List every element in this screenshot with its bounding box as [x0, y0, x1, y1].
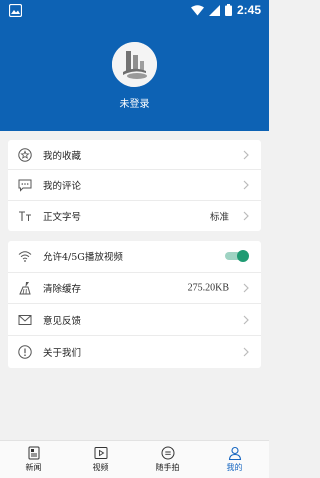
tab-snapshot[interactable]: 随手拍	[134, 441, 201, 478]
info-icon	[18, 345, 32, 359]
battery-icon	[224, 4, 232, 16]
login-status-label[interactable]: 未登录	[0, 95, 269, 110]
row-label: 关于我们	[43, 347, 82, 359]
tab-mine[interactable]: 我的	[201, 441, 268, 478]
status-time: 2:45	[236, 3, 261, 17]
row-label: 意见反馈	[43, 315, 82, 327]
notification-icon	[9, 4, 22, 17]
news-icon	[28, 446, 39, 460]
row-label: 我的收藏	[43, 150, 82, 162]
mobile-video-toggle[interactable]	[223, 250, 249, 263]
row-label: 允许4/5G播放视频	[43, 252, 123, 264]
profile-header: 2:45 未登录	[0, 0, 269, 131]
wifi-signal-icon	[190, 4, 204, 15]
menu-row-clear-cache[interactable]: 清除缓存 275.20KB	[8, 273, 261, 305]
broom-icon	[19, 282, 31, 295]
tab-video[interactable]: 视频	[67, 441, 134, 478]
chevron-right-icon	[243, 347, 249, 357]
chevron-right-icon	[243, 315, 249, 325]
video-icon	[94, 447, 107, 459]
tab-news[interactable]: 新闻	[0, 441, 67, 478]
menu-row-mobile-video: 允许4/5G播放视频	[8, 241, 261, 273]
row-label: 正文字号	[43, 211, 82, 223]
settings-card-secondary: 允许4/5G播放视频 清除缓存 275.20KB 意见反馈 关于我们	[8, 241, 261, 368]
menu-row-comments[interactable]: 我的评论	[8, 170, 261, 201]
user-avatar-icon	[112, 42, 157, 87]
tab-label: 我的	[226, 463, 243, 472]
chevron-right-icon	[243, 180, 249, 190]
tab-label: 视频	[92, 463, 109, 472]
menu-row-about[interactable]: 关于我们	[8, 336, 261, 368]
tab-label: 新闻	[25, 463, 42, 472]
menu-row-favorites[interactable]: 我的收藏	[8, 140, 261, 171]
cache-size-value: 275.20KB	[187, 282, 229, 294]
chevron-right-icon	[243, 211, 249, 221]
bottom-tab-bar: 新闻 视频 随手拍 我的	[0, 440, 269, 478]
chevron-right-icon	[243, 283, 249, 293]
font-size-value: 标准	[209, 211, 229, 223]
cell-signal-icon	[208, 4, 220, 16]
chevron-right-icon	[243, 150, 249, 160]
status-bar: 2:45	[0, 0, 269, 22]
mail-icon	[18, 314, 32, 325]
menu-row-feedback[interactable]: 意见反馈	[8, 304, 261, 337]
tab-label: 随手拍	[155, 463, 180, 472]
row-label: 我的评论	[43, 180, 82, 192]
avatar[interactable]	[112, 42, 157, 87]
toggle-knob	[237, 250, 249, 263]
wifi-icon	[18, 251, 32, 263]
star-icon	[18, 147, 32, 162]
comment-icon	[18, 179, 32, 192]
person-icon	[228, 446, 241, 460]
settings-card-primary: 我的收藏 我的评论 正文字号 标准	[8, 140, 261, 231]
row-label: 清除缓存	[43, 284, 82, 296]
chat-icon	[161, 446, 174, 460]
menu-row-font-size[interactable]: 正文字号 标准	[8, 201, 261, 231]
font-size-icon	[19, 211, 31, 221]
